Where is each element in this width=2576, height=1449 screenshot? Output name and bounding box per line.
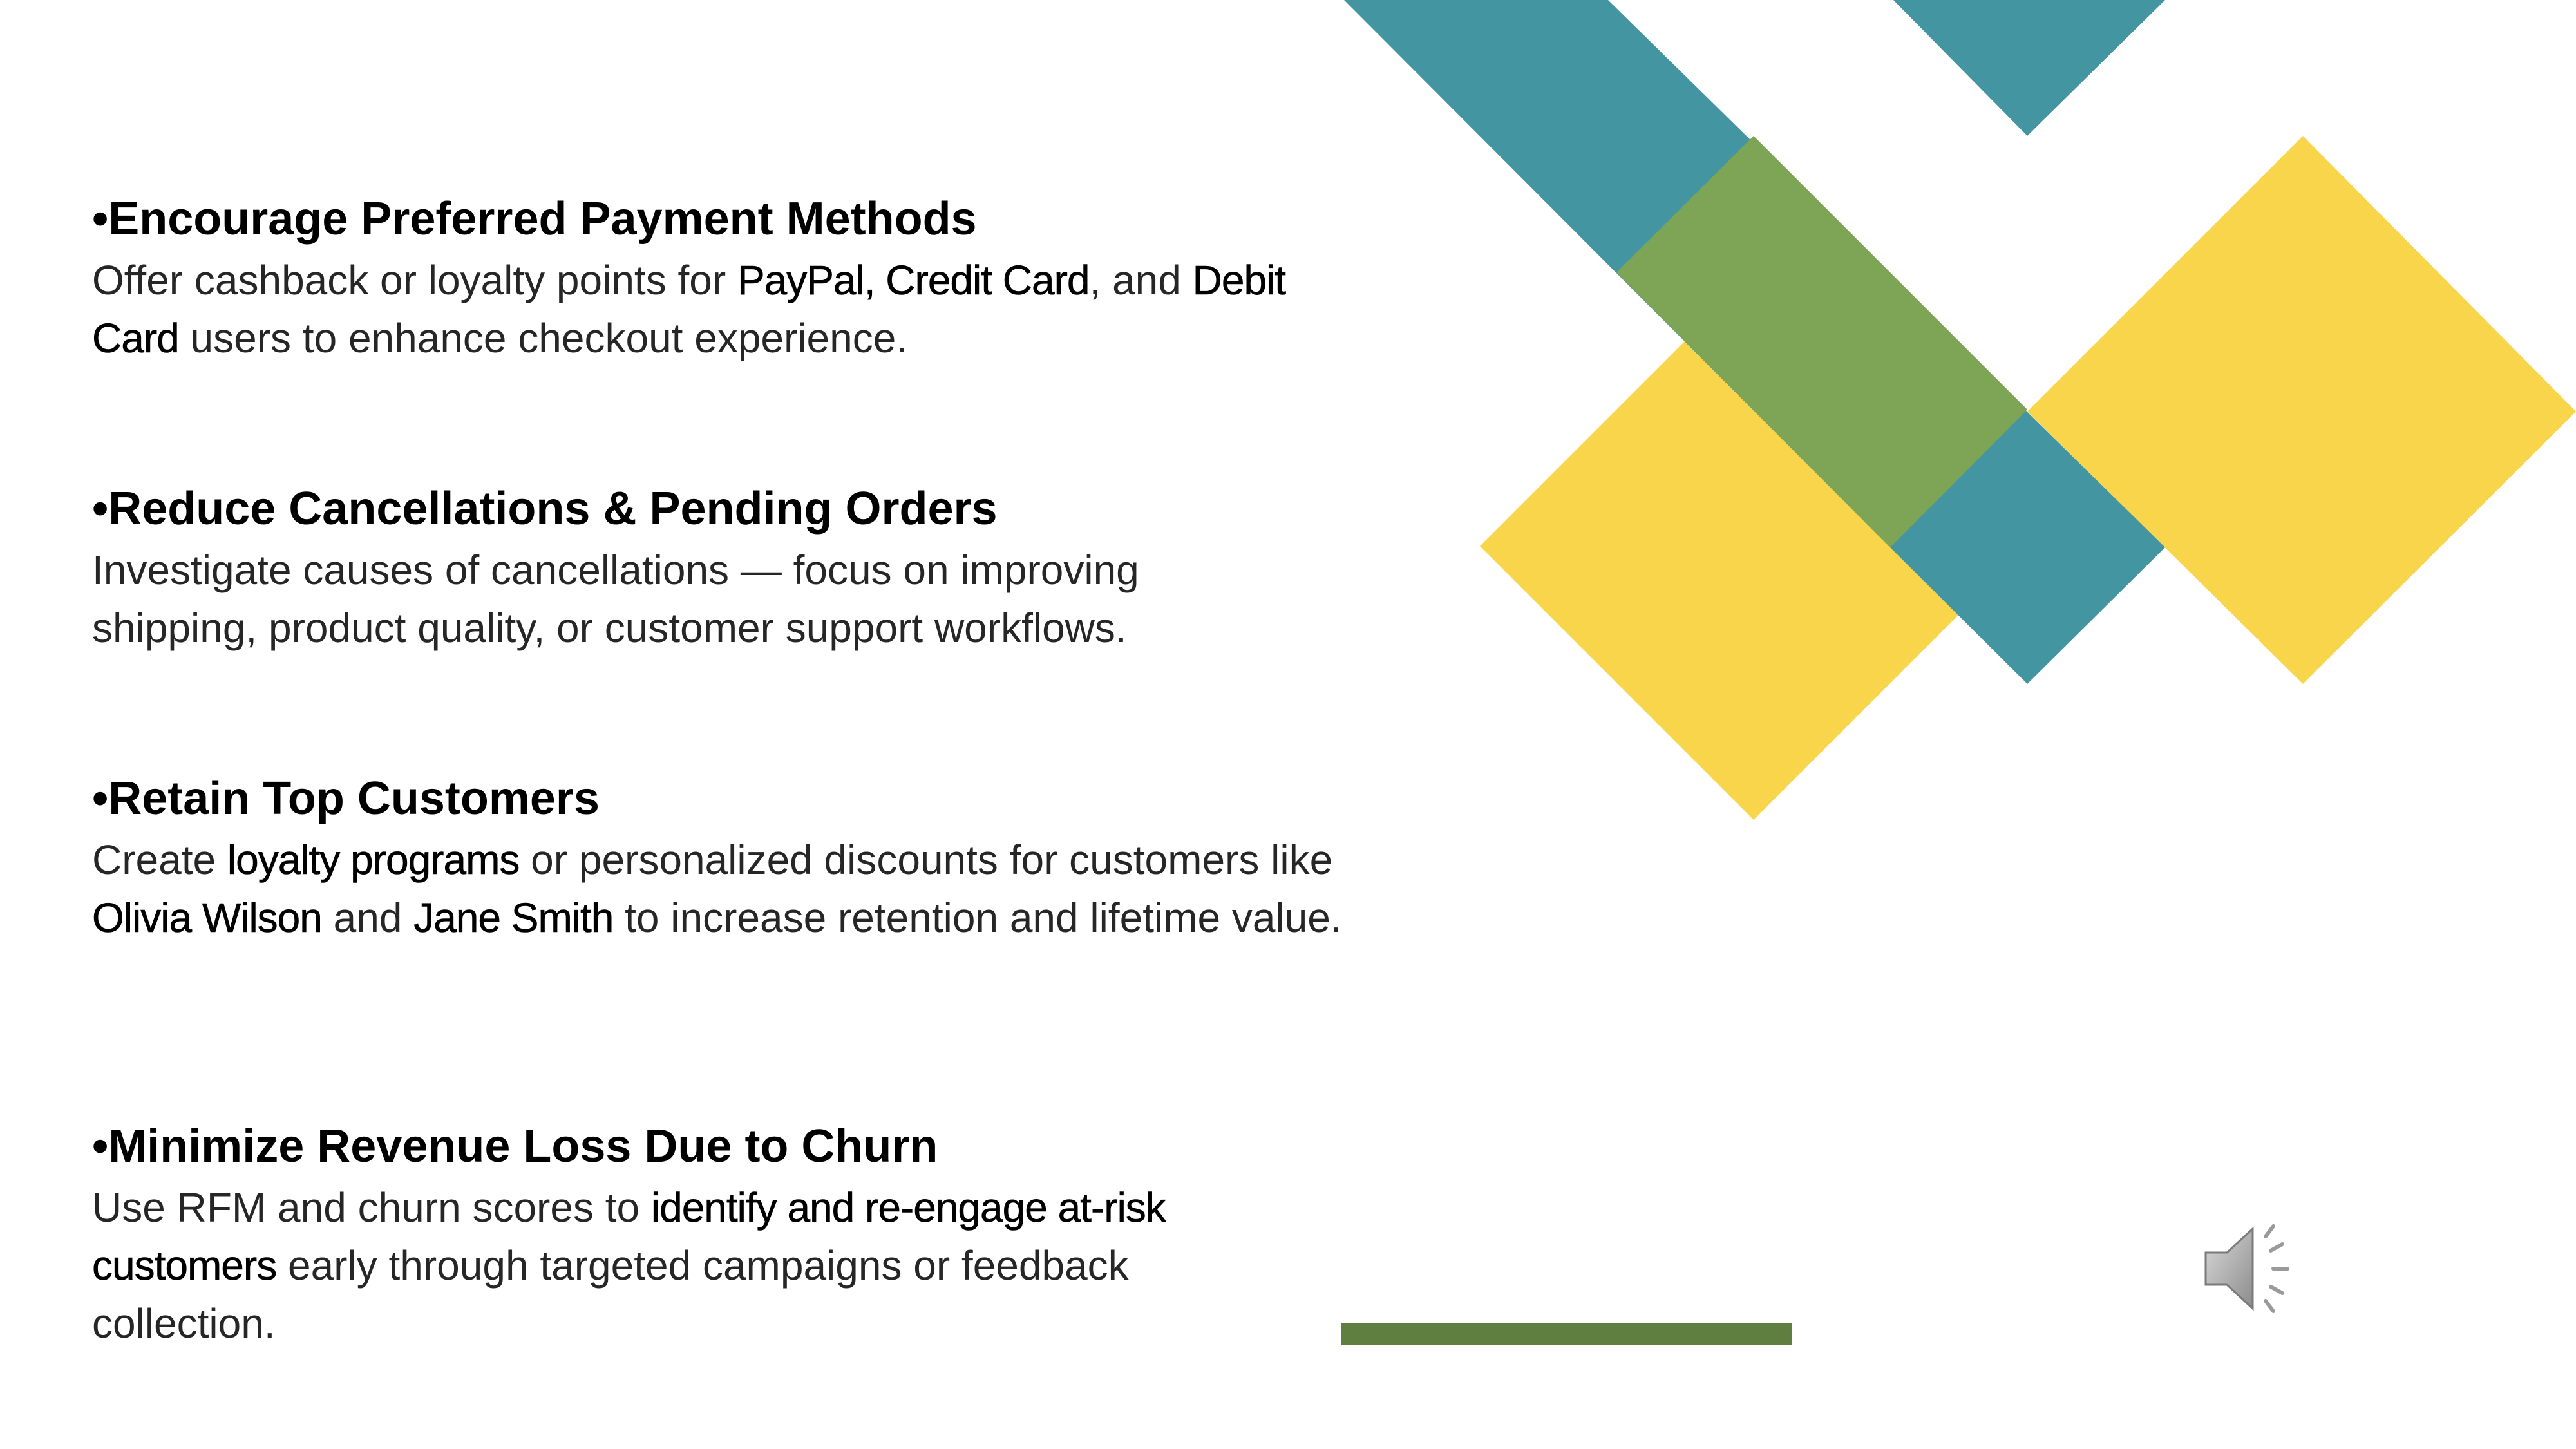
body-text: , and [1089,257,1193,303]
speaker-icon[interactable] [2202,1217,2306,1320]
emphasis-text: PayPal, Credit Card [737,257,1090,304]
body-text: or personalized discounts for customers … [519,837,1333,883]
emphasis-text: loyalty programs [227,837,520,884]
body-text: Investigate causes of cancellations — fo… [92,547,1139,651]
body-text: users to enhance checkout experience. [178,315,908,361]
body-text: Use RFM and churn scores to [92,1184,651,1231]
teal-triangle-top [1893,0,2165,136]
body-text: and [321,895,414,941]
point-minimize-churn: •Minimize Revenue Loss Due to Churn Use … [92,1114,1380,1352]
point-heading: •Retain Top Customers [92,773,600,824]
body-text: Offer cashback or loyalty points for [92,257,737,303]
emphasis-text: Olivia Wilson [92,895,323,942]
point-payment-methods: •Encourage Preferred Payment Methods Off… [92,187,1380,367]
point-body: Offer cashback or loyalty points for Pay… [92,251,1380,367]
body-text: to increase retention and lifetime value… [613,895,1342,941]
point-heading: •Minimize Revenue Loss Due to Churn [92,1121,938,1172]
body-text: Create [92,837,227,883]
point-heading: •Reduce Cancellations & Pending Orders [92,483,998,535]
point-reduce-cancellations: •Reduce Cancellations & Pending Orders I… [92,477,1380,657]
accent-bar [1341,1323,1792,1345]
emphasis-text: Jane Smith [413,895,614,942]
point-retain-customers: •Retain Top Customers Create loyalty pro… [92,766,1380,947]
point-body: Investigate causes of cancellations — fo… [92,541,1251,657]
point-heading: •Encourage Preferred Payment Methods [92,193,977,245]
point-body: Use RFM and churn scores to identify and… [92,1179,1264,1352]
point-body: Create loyalty programs or personalized … [92,831,1374,947]
